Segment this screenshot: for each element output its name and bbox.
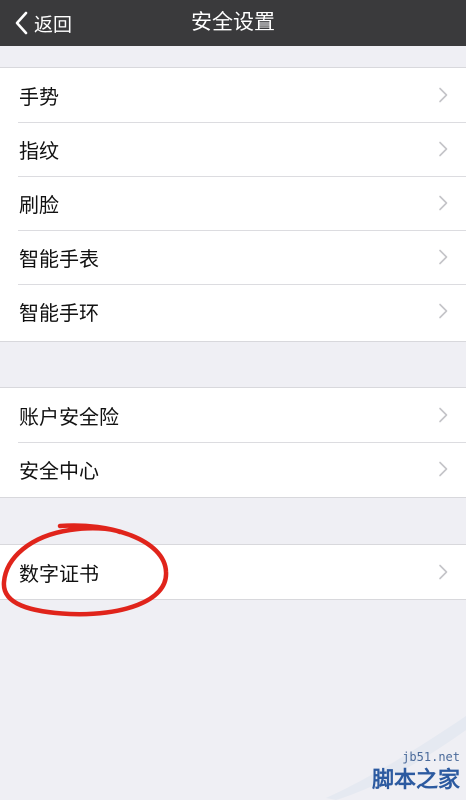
cell-fingerprint[interactable]: 指纹 [0,122,466,176]
chevron-left-icon [15,11,28,35]
chevron-right-icon [439,564,448,580]
settings-group-biometrics: 手势 指纹 刷脸 智能手表 智能手环 [0,67,466,342]
cell-face-scan[interactable]: 刷脸 [0,176,466,230]
cell-label: 指纹 [19,138,59,163]
cell-label: 数字证书 [19,561,99,586]
watermark-name: 脚本之家 [371,768,460,793]
cell-smart-watch[interactable]: 智能手表 [0,230,466,284]
cell-smart-band[interactable]: 智能手环 [0,284,466,338]
site-watermark: jb51.net 脚本之家 [326,710,466,800]
chevron-right-icon [439,87,448,103]
back-button[interactable]: 返回 [14,0,72,46]
chevron-right-icon [439,195,448,211]
navigation-bar: 返回 安全设置 [0,0,466,46]
security-settings-screen: 返回 安全设置 手势 指纹 刷脸 智能手表 智能手环 账户安全险 安全中心 数字… [0,0,466,800]
settings-group-account: 账户安全险 安全中心 [0,387,466,498]
watermark-url: jb51.net [402,750,460,764]
cell-label: 账户安全险 [19,404,119,429]
chevron-right-icon [439,249,448,265]
settings-group-certificate: 数字证书 [0,544,466,600]
cell-label: 智能手环 [19,300,99,325]
back-button-label: 返回 [34,13,73,36]
cell-digital-certificate[interactable]: 数字证书 [0,545,466,599]
chevron-right-icon [439,407,448,423]
chevron-right-icon [439,141,448,157]
cell-label: 手势 [19,84,59,109]
chevron-right-icon [439,461,448,477]
cell-account-insurance[interactable]: 账户安全险 [0,388,466,442]
cell-gesture[interactable]: 手势 [0,68,466,122]
cell-label: 刷脸 [19,192,59,217]
cell-label: 安全中心 [19,458,99,483]
cell-security-center[interactable]: 安全中心 [0,442,466,496]
chevron-right-icon [439,303,448,319]
watermark-swoosh-icon [326,716,466,800]
cell-label: 智能手表 [19,246,99,271]
